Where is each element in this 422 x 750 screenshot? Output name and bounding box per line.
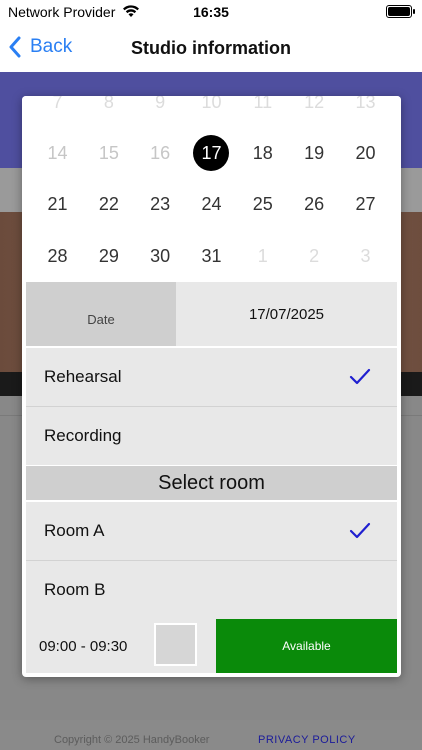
slot-checkbox[interactable] [154, 623, 197, 666]
calendar-day: 11 [253, 96, 273, 112]
calendar-day[interactable]: 29 [83, 236, 134, 276]
date-label: Date [26, 282, 176, 346]
room-label: Room B [44, 580, 106, 599]
room-b-option[interactable]: Room B [26, 561, 397, 619]
calendar-day: 12 [304, 96, 325, 112]
calendar-week-row: 14 15 16 17 18 19 20 [32, 133, 391, 173]
calendar-day[interactable]: 18 [237, 133, 288, 173]
room-a-option[interactable]: Room A [26, 502, 397, 560]
calendar-day: 3 [360, 245, 371, 266]
availability-button[interactable]: Available [216, 619, 397, 673]
calendar-day[interactable]: 23 [135, 184, 186, 224]
calendar-day: 9 [155, 96, 166, 112]
calendar-day: 7 [52, 96, 63, 112]
calendar-day[interactable]: 21 [32, 184, 83, 224]
calendar-day: 16 [150, 142, 171, 163]
option-label: Rehearsal [44, 367, 122, 386]
footer: Copyright © 2025 HandyBooker PRIVACY POL… [0, 728, 422, 750]
page-title: Studio information [131, 38, 291, 58]
section-header-select-room: Select room [26, 466, 397, 500]
date-value[interactable]: 17/07/2025 [176, 282, 397, 346]
calendar-day: 13 [355, 96, 376, 112]
calendar-day[interactable]: 28 [32, 236, 83, 276]
privacy-policy-link[interactable]: PRIVACY POLICY [258, 734, 356, 746]
calendar: 7 8 9 10 11 12 13 14 15 16 17 18 19 20 21 22 23 24 25 26 2… [22, 96, 401, 282]
battery-icon [386, 5, 412, 18]
calendar-day[interactable]: 26 [289, 184, 340, 224]
battery-cap [413, 9, 415, 14]
calendar-week-row: 7 8 9 10 11 12 13 [32, 96, 391, 122]
calendar-week-row: 21 22 23 24 25 26 27 [32, 184, 391, 224]
calendar-day-selected[interactable]: 17 [186, 133, 237, 173]
checkmark-icon [349, 368, 371, 385]
calendar-day: 14 [47, 142, 68, 163]
calendar-day[interactable]: 20 [340, 133, 391, 173]
option-recording[interactable]: Recording [26, 407, 397, 465]
date-row: Date 17/07/2025 [26, 282, 397, 346]
booking-modal: 7 8 9 10 11 12 13 14 15 16 17 18 19 20 21 22 23 24 25 26 2… [22, 96, 401, 677]
checkmark-icon [349, 522, 371, 539]
option-label: Recording [44, 426, 122, 445]
status-bar: Network Provider 16:35 [0, 0, 422, 24]
calendar-day[interactable]: 27 [340, 184, 391, 224]
calendar-day: 15 [98, 142, 119, 163]
calendar-day[interactable]: 24 [186, 184, 237, 224]
calendar-day: 10 [201, 96, 222, 112]
calendar-day[interactable]: 25 [237, 184, 288, 224]
calendar-day: 8 [103, 96, 114, 112]
calendar-day[interactable]: 22 [83, 184, 134, 224]
calendar-day: 1 [257, 245, 268, 266]
calendar-day: 2 [309, 245, 320, 266]
time-slot-row: 09:00 - 09:30 Available [26, 619, 397, 673]
calendar-day[interactable]: 30 [135, 236, 186, 276]
navigation-bar: Back Studio information [0, 24, 422, 72]
copyright-text: Copyright © 2025 HandyBooker [54, 734, 210, 746]
status-time: 16:35 [193, 4, 229, 20]
option-rehearsal[interactable]: Rehearsal [26, 348, 397, 406]
slot-time: 09:00 - 09:30 [39, 637, 128, 655]
room-label: Room A [44, 521, 105, 540]
calendar-week-row: 28 29 30 31 1 2 3 [32, 236, 391, 276]
calendar-day[interactable]: 31 [186, 236, 237, 276]
calendar-day[interactable]: 19 [289, 133, 340, 173]
